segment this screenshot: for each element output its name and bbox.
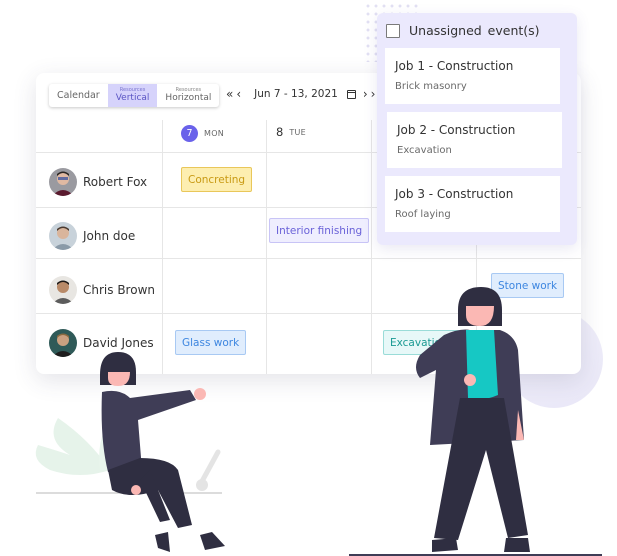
view-resources-vertical-button[interactable]: Resources Vertical bbox=[107, 84, 158, 107]
resource-name: Robert Fox bbox=[83, 175, 148, 189]
resource-row-robert-fox: Robert Fox bbox=[49, 168, 147, 196]
day-header-tue[interactable]: 8 TUE bbox=[276, 125, 306, 139]
today-badge: 7 bbox=[181, 125, 198, 142]
resource-row-john-doe: John doe bbox=[49, 222, 135, 250]
prev-icon[interactable]: ‹ bbox=[236, 88, 241, 100]
unassigned-job-card[interactable]: Job 3 - Construction Roof laying bbox=[385, 176, 560, 232]
day-name: MON bbox=[204, 129, 225, 138]
sitting-woman-illustration bbox=[100, 352, 225, 552]
view-calendar-label: Calendar bbox=[57, 89, 100, 101]
plant-illustration bbox=[35, 410, 127, 475]
next-icon[interactable]: › bbox=[363, 88, 368, 100]
date-navigation: « ‹ Jun 7 - 13, 2021 › › bbox=[226, 88, 375, 100]
job-title: Job 3 - Construction bbox=[395, 187, 514, 201]
resource-name: Chris Brown bbox=[83, 283, 155, 297]
avatar bbox=[49, 222, 77, 250]
event-concreting[interactable]: Concreting bbox=[181, 167, 253, 192]
resource-name: John doe bbox=[83, 229, 136, 243]
view-resources-vertical-label: Vertical bbox=[115, 93, 150, 103]
view-resources-horizontal-label: Horizontal bbox=[165, 93, 212, 103]
event-interior-finishing[interactable]: Interior finishing bbox=[269, 218, 370, 243]
view-resources-horizontal-button[interactable]: Resources Horizontal bbox=[157, 84, 219, 107]
unassigned-checkbox[interactable] bbox=[386, 23, 400, 38]
grid-line bbox=[36, 258, 581, 259]
unassigned-title: Unassigned event(s) bbox=[409, 23, 540, 38]
date-range[interactable]: Jun 7 - 13, 2021 bbox=[254, 88, 338, 100]
job-title: Job 2 - Construction bbox=[397, 123, 516, 137]
resource-name: David Jones bbox=[83, 336, 154, 350]
avatar bbox=[49, 168, 77, 196]
unassigned-job-card[interactable]: Job 1 - Construction Brick masonry bbox=[385, 48, 560, 104]
resource-row-david-jones: David Jones bbox=[49, 329, 154, 357]
chair-joint bbox=[196, 479, 208, 491]
event-stone-work[interactable]: Stone work bbox=[491, 273, 565, 298]
avatar bbox=[49, 276, 77, 304]
job-subtitle: Brick masonry bbox=[395, 81, 467, 92]
prev-double-icon[interactable]: « bbox=[226, 88, 233, 100]
job-title: Job 1 - Construction bbox=[395, 59, 514, 73]
day-number: 8 bbox=[276, 125, 284, 139]
resource-row-chris-brown: Chris Brown bbox=[49, 276, 155, 304]
day-header-mon[interactable]: 7 MON bbox=[181, 125, 224, 142]
unassigned-header: Unassigned event(s) bbox=[386, 23, 540, 38]
chair-back bbox=[197, 449, 221, 488]
unassigned-events-panel: Unassigned event(s) Job 1 - Construction… bbox=[377, 13, 577, 245]
unassigned-job-card[interactable]: Job 2 - Construction Excavation bbox=[387, 112, 562, 168]
grid-line bbox=[371, 120, 372, 374]
event-glass-work[interactable]: Glass work bbox=[175, 330, 247, 355]
grid-line bbox=[266, 120, 267, 374]
view-switcher: Calendar Resources Vertical Resources Ho… bbox=[49, 84, 220, 107]
avatar bbox=[49, 329, 77, 357]
grid-line bbox=[162, 120, 163, 374]
grid-line bbox=[36, 313, 581, 314]
next-double-icon[interactable]: › bbox=[371, 88, 376, 100]
calendar-icon[interactable] bbox=[346, 89, 356, 99]
job-subtitle: Roof laying bbox=[395, 209, 451, 220]
day-name: TUE bbox=[289, 127, 307, 137]
view-calendar-button[interactable]: Calendar bbox=[49, 84, 108, 107]
event-excavation[interactable]: Excavation bbox=[383, 330, 479, 355]
job-subtitle: Excavation bbox=[397, 145, 452, 156]
